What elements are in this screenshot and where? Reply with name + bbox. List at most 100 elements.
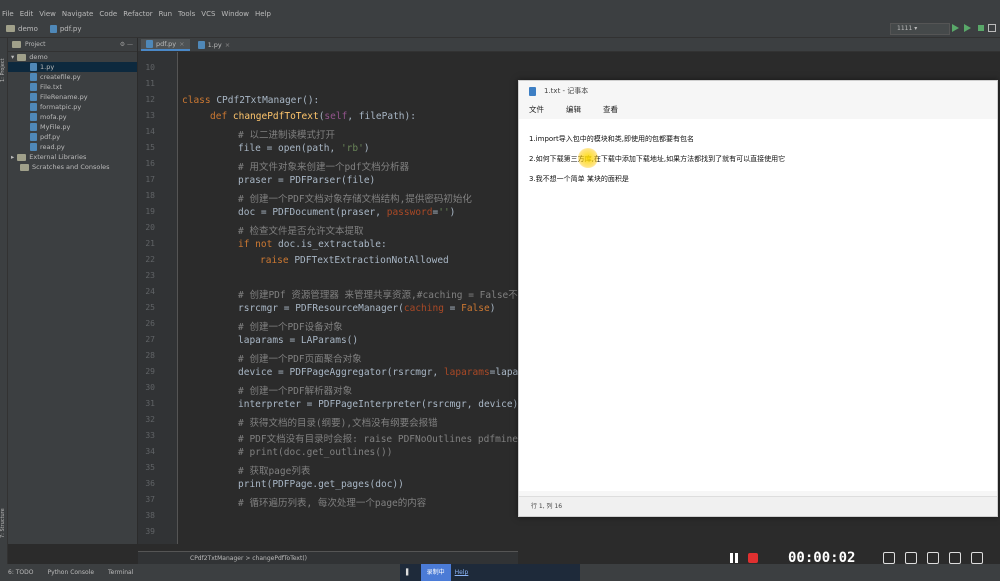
code-line: # 创建一个PDF文档对象存储文档结构,提供密码初始化 xyxy=(238,194,472,205)
menu-help[interactable]: Help xyxy=(255,9,271,20)
code-line: interpreter = PDFPageInterpreter(rsrcmgr… xyxy=(238,399,519,410)
screenshot-icon[interactable] xyxy=(883,552,896,564)
scratches-icon xyxy=(20,163,29,171)
tree-file-item[interactable]: 1.py xyxy=(8,62,137,72)
tree-scratches[interactable]: Scratches and Consoles xyxy=(8,162,137,172)
menu-window[interactable]: Window xyxy=(221,9,249,20)
python-file-icon xyxy=(30,113,37,121)
project-tool-tab[interactable]: 1: Project xyxy=(0,42,8,82)
tree-file-item[interactable]: read.py xyxy=(8,142,137,152)
code-line: # 获得文档的目录(纲要),文档没有纲要会报错 xyxy=(238,418,438,429)
notepad-text-area[interactable]: 1.import导入包中的模块和类,即使用的包都要有包名 2.如何下载第三方库,… xyxy=(519,119,997,491)
line-number: 19 xyxy=(145,207,155,216)
notepad-menu-file[interactable]: 文件 xyxy=(529,104,544,115)
tree-file-item[interactable]: formatpic.py xyxy=(8,102,137,112)
menu-vcs[interactable]: VCS xyxy=(201,9,215,20)
menu-run[interactable]: Run xyxy=(159,9,172,20)
code-line: # 创建一个PDF解析器对象 xyxy=(238,386,353,397)
menu-edit[interactable]: Edit xyxy=(20,9,34,20)
tree-file-label: mofa.py xyxy=(40,113,67,121)
coverage-icon[interactable] xyxy=(978,25,984,31)
menu-navigate[interactable]: Navigate xyxy=(62,9,93,20)
notepad-line: 2.如何下载第三方库,在下载中添加下载地址,如果方法都找到了就有可以直接使用它 xyxy=(529,155,786,163)
line-number: 30 xyxy=(145,383,155,392)
panel-settings-icon[interactable]: ⚙ — xyxy=(120,41,133,48)
notepad-line: 3.我不想一个简单 某块的面积是 xyxy=(529,175,629,183)
tree-root-label: demo xyxy=(29,53,48,61)
tree-file-item[interactable]: MyFile.py xyxy=(8,122,137,132)
taskbar-help-link[interactable]: Help xyxy=(455,569,469,576)
nav-project[interactable]: demo xyxy=(0,25,44,33)
python-file-icon xyxy=(30,93,37,101)
fullscreen-icon[interactable] xyxy=(905,552,918,564)
python-file-icon xyxy=(49,24,57,33)
notepad-menu-view[interactable]: 查看 xyxy=(603,104,618,115)
run-icon[interactable] xyxy=(952,24,960,32)
scratches-label: Scratches and Consoles xyxy=(32,163,110,171)
tree-external-libraries[interactable]: ▸ External Libraries xyxy=(8,152,137,162)
line-number: 13 xyxy=(145,111,155,120)
code-breadcrumb[interactable]: CPdf2TxtManager > changePdfToText() xyxy=(138,551,518,564)
taskbar: ▌ 录制中 Help xyxy=(400,564,580,581)
camera-icon[interactable] xyxy=(927,552,940,564)
code-line: # 创建一个PDF设备对象 xyxy=(238,322,343,333)
run-config-select[interactable]: 1111 ▾ xyxy=(890,23,950,35)
tab-pdf-py[interactable]: pdf.py × xyxy=(141,39,190,51)
line-number: 18 xyxy=(145,191,155,200)
line-number: 23 xyxy=(145,271,155,280)
stop-icon[interactable] xyxy=(748,553,758,563)
line-number: 22 xyxy=(145,255,155,264)
tree-file-label: createfile.py xyxy=(40,73,81,81)
terminal-tool-tab[interactable]: Terminal xyxy=(108,569,133,576)
menu-tools[interactable]: Tools xyxy=(178,9,195,20)
line-number: 24 xyxy=(145,287,155,296)
menu-code[interactable]: Code xyxy=(99,9,117,20)
tab-1-py[interactable]: 1.py × xyxy=(193,39,236,51)
pen-icon[interactable] xyxy=(949,552,962,564)
menu-refactor[interactable]: Refactor xyxy=(123,9,152,20)
minimize-icon[interactable] xyxy=(971,552,984,564)
line-number: 34 xyxy=(145,447,155,456)
python-file-icon xyxy=(30,63,37,71)
menu-file[interactable]: File xyxy=(2,9,14,20)
tree-file-item[interactable]: FileRename.py xyxy=(8,92,137,102)
debug-icon[interactable] xyxy=(964,24,972,32)
external-libraries-label: External Libraries xyxy=(29,153,87,161)
code-text-area[interactable]: class CPdf2TxtManager(): def changePdfTo… xyxy=(182,52,522,544)
tree-file-label: 1.py xyxy=(40,63,55,71)
line-number: 37 xyxy=(145,495,155,504)
structure-tool-tab[interactable]: 7: Structure xyxy=(0,488,8,538)
tree-file-item[interactable]: File.txt xyxy=(8,82,137,92)
file-list: 1.py createfile.py File.txt FileRename.py fo… xyxy=(8,62,137,152)
tree-file-label: MyFile.py xyxy=(40,123,71,131)
menu-view[interactable]: View xyxy=(39,9,56,20)
tree-file-label: File.txt xyxy=(40,83,62,91)
code-line: class CPdf2TxtManager(): xyxy=(182,95,320,106)
notepad-title-bar[interactable]: 1.txt - 记事本 xyxy=(519,81,997,101)
python-file-icon xyxy=(30,103,37,111)
notepad-window: 1.txt - 记事本 文件 编辑 查看 1.import导入包中的模块和类,即… xyxy=(518,80,998,517)
tree-file-item[interactable]: pdf.py xyxy=(8,132,137,142)
taskbar-record-button[interactable]: 录制中 xyxy=(420,564,451,581)
library-icon xyxy=(17,153,27,161)
notepad-menu-edit[interactable]: 编辑 xyxy=(566,104,581,115)
line-number: 21 xyxy=(145,239,155,248)
tree-file-item[interactable]: mofa.py xyxy=(8,112,137,122)
tree-file-item[interactable]: createfile.py xyxy=(8,72,137,82)
close-icon[interactable]: × xyxy=(225,41,230,49)
line-number: 33 xyxy=(145,431,155,440)
pause-icon[interactable] xyxy=(730,553,738,563)
line-number: 12 xyxy=(145,95,155,104)
search-icon[interactable] xyxy=(988,24,996,32)
todo-tool-tab[interactable]: 6: TODO xyxy=(8,569,33,576)
line-number: 25 xyxy=(145,303,155,312)
nav-file[interactable]: pdf.py xyxy=(44,24,88,33)
notepad-line: 1.import导入包中的模块和类,即使用的包都要有包名 xyxy=(529,135,695,143)
screen-recorder-bar: 00:00:02 xyxy=(730,541,1000,575)
nav-project-label: demo xyxy=(18,24,38,33)
tree-file-label: read.py xyxy=(40,143,65,151)
close-icon[interactable]: × xyxy=(179,40,184,48)
python-console-tool-tab[interactable]: Python Console xyxy=(47,569,94,576)
tree-root[interactable]: ▾ demo xyxy=(8,52,137,62)
project-header-label[interactable]: Project xyxy=(25,41,46,48)
